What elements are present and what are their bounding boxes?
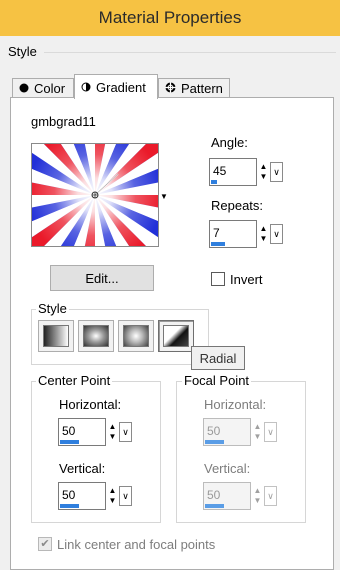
repeats-value: 7: [213, 226, 220, 240]
center-horizontal-label: Horizontal:: [59, 397, 122, 412]
edit-gradient-button[interactable]: Edit...: [50, 265, 154, 291]
focal-horizontal-label: Horizontal:: [204, 397, 267, 412]
tab-gradient-label: Gradient: [96, 79, 146, 95]
spin-up-icon[interactable]: ▲: [109, 486, 117, 496]
spin-down-icon: ▼: [253, 496, 262, 505]
center-vertical-level-bar: [60, 504, 79, 508]
center-point-title: Center Point: [36, 373, 113, 388]
spin-down-icon[interactable]: ▼: [109, 496, 117, 506]
repeats-label: Repeats:: [211, 198, 264, 213]
radial-style-button[interactable]: [158, 320, 194, 352]
focal-vertical-level-bar: [205, 504, 224, 508]
spin-down-icon: ▼: [253, 432, 262, 441]
link-points-checkbox[interactable]: ✔: [38, 537, 52, 551]
spin-up-icon[interactable]: ▲: [260, 224, 268, 234]
angle-input[interactable]: 45: [209, 158, 257, 186]
spin-up-icon: ▲: [253, 486, 262, 495]
center-vertical-control[interactable]: 50 ▲ ▼ ∨: [58, 482, 132, 510]
gradient-picker-arrow[interactable]: ▼: [160, 192, 168, 201]
linear-style-button[interactable]: [38, 320, 74, 352]
section-divider: [44, 52, 336, 53]
center-horizontal-control[interactable]: 50 ▲ ▼ ∨: [58, 418, 132, 446]
focal-vertical-control: 50 ▲ ▼ ∨: [203, 482, 277, 510]
half-circle-icon: [81, 80, 91, 95]
invert-label: Invert: [230, 272, 263, 287]
pattern-grid-icon: [165, 81, 176, 96]
style-section-label: Style: [8, 44, 37, 59]
spin-up-icon[interactable]: ▲: [109, 422, 117, 432]
chevron-down-icon[interactable]: ∨: [119, 486, 132, 506]
center-horizontal-spin[interactable]: ▲ ▼: [106, 418, 119, 446]
center-horizontal-level-bar: [60, 440, 79, 444]
angle-control[interactable]: 45 ▲ ▼ ∨: [209, 158, 283, 186]
focal-vertical-label: Vertical:: [204, 461, 251, 476]
focal-horizontal-value: 50: [207, 424, 221, 438]
center-vertical-input[interactable]: 50: [58, 482, 106, 510]
tab-pattern-label: Pattern: [181, 81, 223, 96]
rectangular-style-button[interactable]: [78, 320, 114, 352]
focal-vertical-input: 50: [203, 482, 251, 510]
repeats-input[interactable]: 7: [209, 220, 257, 248]
sunburst-gradient-icon: [123, 325, 149, 347]
style-group-title: Style: [36, 301, 69, 316]
focal-horizontal-level-bar: [205, 440, 224, 444]
tab-gradient[interactable]: Gradient: [74, 74, 158, 99]
radial-gradient-icon: [163, 325, 189, 347]
chevron-down-icon[interactable]: ∨: [270, 162, 283, 182]
chevron-down-icon: ∨: [264, 422, 277, 442]
chevron-down-icon: ∨: [264, 486, 277, 506]
chevron-down-icon[interactable]: ∨: [270, 224, 283, 244]
center-vertical-spin[interactable]: ▲ ▼: [106, 482, 119, 510]
repeats-control[interactable]: 7 ▲ ▼ ∨: [209, 220, 283, 248]
sunburst-style-button[interactable]: [118, 320, 154, 352]
center-vertical-label: Vertical:: [59, 461, 106, 476]
focal-point-title: Focal Point: [182, 373, 252, 388]
focal-vertical-value: 50: [207, 488, 221, 502]
center-horizontal-input[interactable]: 50: [58, 418, 106, 446]
focal-horizontal-control: 50 ▲ ▼ ∨: [203, 418, 277, 446]
tab-color-label: Color: [34, 81, 66, 96]
repeats-level-bar: [211, 242, 225, 246]
rectangular-gradient-icon: [83, 325, 109, 347]
linear-gradient-icon: [43, 325, 69, 347]
spin-down-icon[interactable]: ▼: [260, 234, 268, 244]
chevron-down-icon[interactable]: ∨: [119, 422, 132, 442]
spin-up-icon[interactable]: ▲: [260, 162, 268, 172]
spin-down-icon[interactable]: ▼: [260, 172, 268, 182]
spin-up-icon: ▲: [253, 422, 262, 431]
repeats-spin-arrows[interactable]: ▲ ▼: [257, 220, 270, 248]
angle-level-bar: [211, 180, 217, 184]
angle-label: Angle:: [211, 135, 248, 150]
filled-circle-icon: [19, 81, 29, 96]
tab-color[interactable]: Color: [12, 78, 74, 98]
window-title: Material Properties: [0, 0, 340, 36]
link-points-label: Link center and focal points: [57, 537, 216, 552]
center-horizontal-value: 50: [62, 424, 76, 438]
gradient-name: gmbgrad11: [31, 114, 96, 129]
invert-checkbox[interactable]: [211, 272, 225, 286]
spin-down-icon[interactable]: ▼: [109, 432, 117, 442]
gradient-preview[interactable]: [31, 143, 159, 247]
tab-pattern[interactable]: Pattern: [158, 78, 230, 98]
focal-horizontal-spin: ▲ ▼: [251, 418, 264, 446]
checkmark-icon: ✔: [40, 537, 50, 550]
style-tooltip: Radial: [191, 346, 245, 370]
center-vertical-value: 50: [62, 488, 76, 502]
angle-value: 45: [213, 164, 227, 178]
angle-spin-arrows[interactable]: ▲ ▼: [257, 158, 270, 186]
focal-vertical-spin: ▲ ▼: [251, 482, 264, 510]
focal-horizontal-input: 50: [203, 418, 251, 446]
gradient-preview-image: [32, 144, 158, 246]
